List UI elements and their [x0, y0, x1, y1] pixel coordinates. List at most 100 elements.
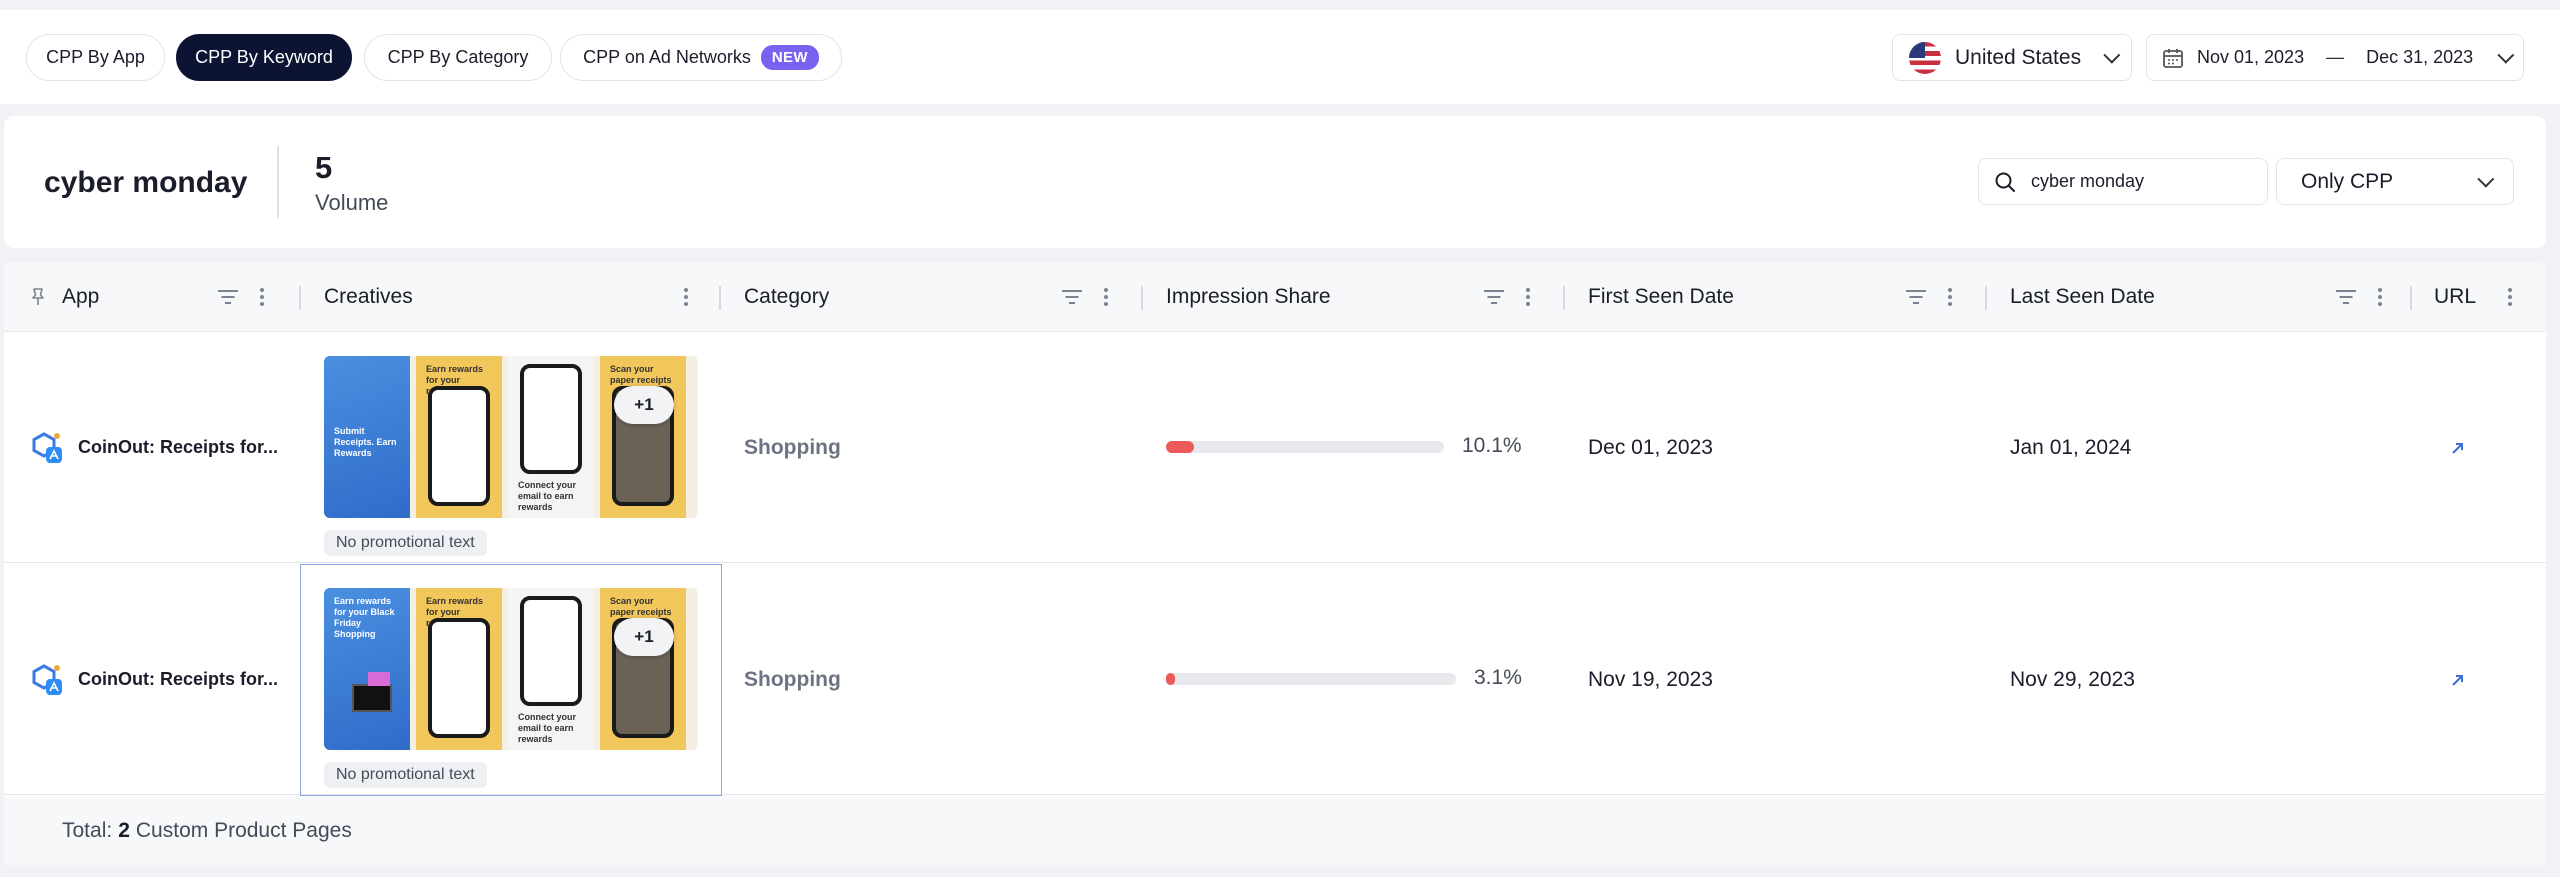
keyword-title: cyber monday: [44, 166, 248, 199]
column-divider: [299, 286, 301, 310]
filter-icon[interactable]: [1062, 290, 1082, 304]
url-cell[interactable]: [2450, 332, 2466, 563]
kebab-menu-icon[interactable]: [1948, 288, 1952, 306]
tab-cpp-by-keyword[interactable]: CPP By Keyword: [176, 34, 352, 81]
screenshot-thumbnail: Submit Receipts. Earn Rewards: [324, 356, 410, 518]
first-seen-cell: Nov 19, 2023: [1588, 564, 1713, 795]
country-label: United States: [1955, 45, 2082, 69]
tab-label: CPP By Keyword: [195, 47, 333, 67]
more-creatives-badge[interactable]: +1: [614, 386, 674, 424]
last-seen-cell: Nov 29, 2023: [2010, 564, 2135, 795]
category-cell: Shopping: [744, 332, 841, 563]
tab-cpp-on-ad-networks[interactable]: CPP on Ad Networks NEW: [560, 34, 842, 81]
table-header: App Creatives Category Impression Share …: [4, 262, 2546, 332]
country-select[interactable]: United States: [1892, 34, 2132, 81]
filter-icon[interactable]: [1906, 290, 1926, 304]
search-icon: [1995, 172, 2015, 192]
app-store-icon: [32, 431, 62, 463]
screenshot-caption: Submit Receipts. Earn Rewards: [334, 426, 397, 458]
filter-icon[interactable]: [218, 290, 238, 304]
first-seen-date: Dec 01, 2023: [1588, 435, 1713, 459]
date-start: Nov 01, 2023: [2197, 47, 2305, 67]
date-separator: —: [2326, 47, 2345, 67]
screenshot-caption: Connect your email to earn rewards: [518, 480, 577, 512]
cpp-table: App Creatives Category Impression Share …: [4, 262, 2546, 865]
category-label: Shopping: [744, 667, 841, 691]
column-header-impression-share[interactable]: Impression Share: [1166, 262, 1331, 332]
date-end: Dec 31, 2023: [2366, 47, 2474, 67]
search-input[interactable]: cyber monday: [1978, 158, 2268, 205]
column-header-category[interactable]: Category: [744, 262, 829, 332]
impression-share-fill: [1166, 673, 1175, 685]
selected-cell-outline: [300, 564, 722, 796]
external-link-icon[interactable]: [2450, 440, 2466, 456]
table-footer: Total: 2 Custom Product Pages: [4, 796, 2546, 865]
app-cell[interactable]: CoinOut: Receipts for...: [30, 332, 278, 563]
impression-share-bar: [1166, 673, 1456, 685]
keyword-summary-panel: cyber monday 5 Volume cyber monday Only …: [4, 116, 2546, 248]
tab-cpp-by-app[interactable]: CPP By App: [26, 34, 165, 81]
kebab-menu-icon[interactable]: [1526, 288, 1530, 306]
url-cell[interactable]: [2450, 564, 2466, 795]
screenshot-thumbnail: Scan your paper receipts: [600, 356, 686, 518]
column-divider: [2410, 286, 2412, 310]
kebab-menu-icon[interactable]: [260, 288, 264, 306]
total-prefix: Total:: [62, 818, 113, 842]
impression-share-value: 3.1%: [1474, 666, 1522, 689]
tab-label: CPP By App: [46, 47, 145, 67]
impression-share-value: 10.1%: [1462, 434, 1522, 457]
app-name[interactable]: CoinOut: Receipts for...: [78, 437, 278, 458]
total-suffix: Custom Product Pages: [135, 818, 352, 842]
tab-label: CPP By Category: [387, 47, 529, 67]
impression-share-fill: [1166, 441, 1195, 453]
kebab-menu-icon[interactable]: [1104, 288, 1108, 306]
screenshot-caption: Scan your paper receipts: [610, 364, 672, 385]
column-divider: [1985, 286, 1987, 310]
total-count: 2: [118, 818, 130, 842]
column-header-creatives[interactable]: Creatives: [324, 262, 413, 332]
app-cell[interactable]: CoinOut: Receipts for...: [30, 564, 278, 795]
search-value: cyber monday: [2031, 171, 2145, 191]
filter-icon[interactable]: [1484, 290, 1504, 304]
column-header-url[interactable]: URL: [2434, 262, 2476, 332]
new-badge: NEW: [760, 45, 819, 70]
last-seen-date: Nov 29, 2023: [2010, 667, 2135, 691]
filter-selected-label: Only CPP: [2301, 169, 2394, 193]
impression-share-bar: [1166, 441, 1444, 453]
app-name[interactable]: CoinOut: Receipts for...: [78, 669, 278, 690]
first-seen-cell: Dec 01, 2023: [1588, 332, 1713, 563]
table-row[interactable]: CoinOut: Receipts for... Submit Receipts…: [4, 332, 2546, 563]
kebab-menu-icon[interactable]: [684, 288, 688, 306]
creatives-cell[interactable]: Submit Receipts. Earn Rewards Earn rewar…: [300, 332, 720, 563]
volume-label: Volume: [315, 190, 389, 215]
tab-cpp-by-category[interactable]: CPP By Category: [364, 34, 552, 81]
pin-icon[interactable]: [28, 287, 48, 307]
column-divider: [1141, 286, 1143, 310]
column-divider: [1563, 286, 1565, 310]
date-range-picker[interactable]: Nov 01, 2023 — Dec 31, 2023: [2146, 34, 2524, 81]
kebab-menu-icon[interactable]: [2508, 288, 2512, 306]
chevron-down-icon: [2477, 170, 2495, 188]
last-seen-date: Jan 01, 2024: [2010, 435, 2132, 459]
column-header-first-seen-date[interactable]: First Seen Date: [1588, 262, 1734, 332]
column-header-last-seen-date[interactable]: Last Seen Date: [2010, 262, 2155, 332]
column-header-app[interactable]: App: [62, 262, 99, 332]
filter-icon[interactable]: [2336, 290, 2356, 304]
volume-value: 5: [315, 150, 333, 185]
category-cell: Shopping: [744, 564, 841, 795]
cpp-filter-select[interactable]: Only CPP: [2276, 158, 2514, 205]
external-link-icon[interactable]: [2450, 672, 2466, 688]
chevron-down-icon: [2103, 46, 2121, 64]
us-flag-icon: [1909, 41, 1941, 74]
calendar-icon: [2163, 48, 2183, 68]
screenshot-thumbnail: Connect your email to earn rewards: [508, 356, 594, 518]
column-divider: [719, 286, 721, 310]
app-store-icon: [32, 663, 62, 695]
tab-label: CPP on Ad Networks: [583, 47, 751, 67]
screenshot-strip[interactable]: Submit Receipts. Earn Rewards Earn rewar…: [324, 356, 698, 518]
phone-mockup: [520, 364, 582, 474]
kebab-menu-icon[interactable]: [2378, 288, 2382, 306]
phone-mockup: [428, 386, 490, 506]
top-toolbar: CPP By App CPP By Keyword CPP By Categor…: [0, 10, 2560, 104]
divider: [277, 146, 279, 218]
